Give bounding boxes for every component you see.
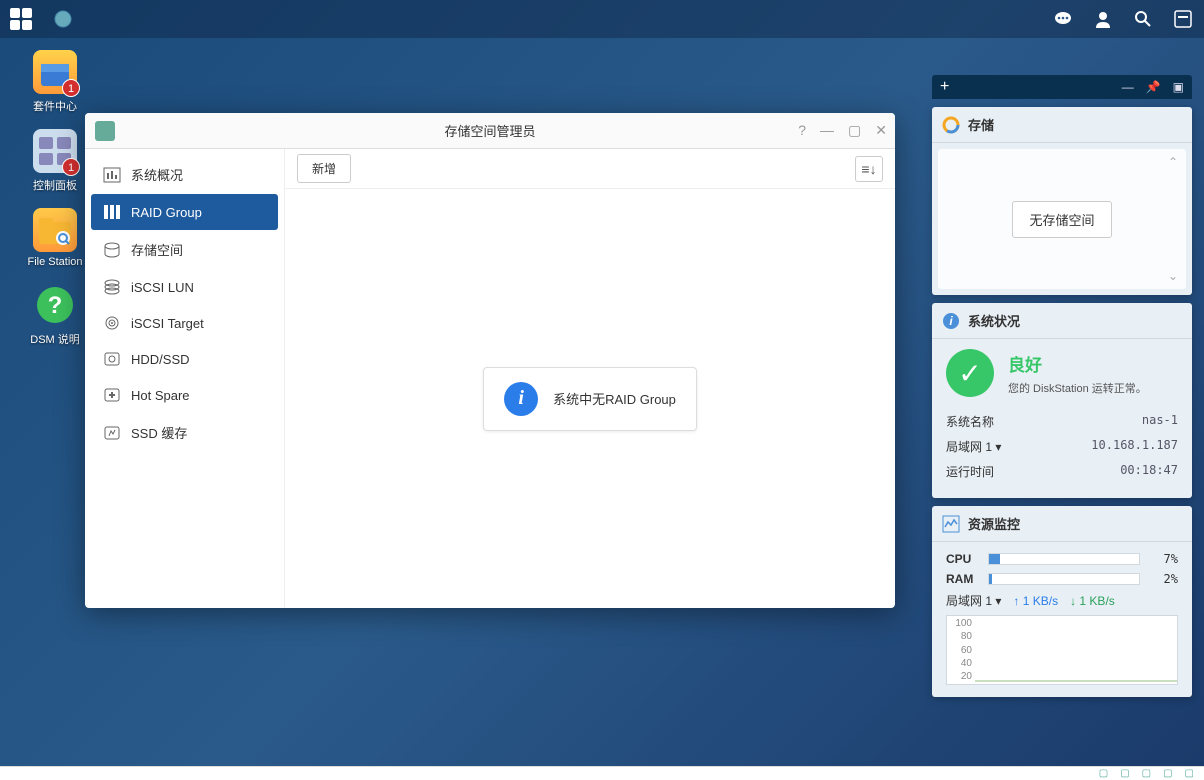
system-status-widget: i 系统状况 ✓ 良好 您的 DiskStation 运转正常。 系统名称 na…: [932, 303, 1192, 498]
status-row-lan[interactable]: 局域网 1 ▾ 10.168.1.187: [946, 434, 1178, 459]
desktop-item-package-center[interactable]: 1 套件中心: [20, 50, 90, 114]
widget-expand-icon[interactable]: ▣: [1173, 80, 1184, 94]
sidebar-item-iscsi-target[interactable]: iSCSI Target: [91, 305, 278, 341]
sidebar-item-ssd-cache[interactable]: SSD 缓存: [91, 413, 278, 452]
target-icon: [103, 315, 121, 331]
storage-widget: 存储 ⌃ 无存储空间 ⌄: [932, 107, 1192, 295]
storage-title-icon: [942, 116, 960, 134]
widgets-toggle-icon[interactable]: [1172, 8, 1194, 30]
resource-monitor-widget: 资源监控 CPU 7% RAM 2% 局域网 1 ▾ ↑ 1 KB/s ↓ 1 …: [932, 506, 1192, 697]
desktop-label: 套件中心: [20, 98, 90, 114]
info-card: i 系统中无RAID Group: [483, 367, 697, 431]
widget-panel: + — 📌 ▣ 存储 ⌃ 无存储空间 ⌄ i 系统状况 ✓ 良好 您的: [932, 75, 1192, 697]
maximize-icon[interactable]: ▢: [848, 122, 861, 139]
sidebar-label: iSCSI Target: [131, 316, 204, 331]
desktop-label: DSM 说明: [20, 331, 90, 347]
storage-manager-taskbar-icon[interactable]: [52, 8, 74, 30]
chevron-down-icon[interactable]: ⌄: [1168, 269, 1178, 283]
widget-pin-icon[interactable]: 📌: [1146, 80, 1161, 94]
search-icon[interactable]: [1132, 8, 1154, 30]
window-title: 存储空间管理员: [444, 121, 535, 140]
upload-rate: ↑ 1 KB/s: [1013, 594, 1058, 608]
sort-button[interactable]: ≡↓: [855, 156, 883, 182]
toolbar: 新增 ≡↓: [285, 149, 895, 189]
badge: 1: [62, 79, 80, 97]
status-widget-title: i 系统状况: [932, 303, 1192, 339]
lun-icon: [103, 279, 121, 295]
sidebar-label: SSD 缓存: [131, 423, 187, 442]
disk-icon: [103, 351, 121, 367]
sidebar-item-hot-spare[interactable]: Hot Spare: [91, 377, 278, 413]
sidebar-item-overview[interactable]: 系统概况: [91, 155, 278, 194]
desktop-icons: 1 套件中心 1 控制面板 File Station ? DSM 说明: [20, 50, 90, 347]
window-titlebar[interactable]: 存储空间管理员 ? — ▢ ✕: [85, 113, 895, 149]
hotspare-icon: [103, 387, 121, 403]
monitor-widget-title: 资源监控: [932, 506, 1192, 542]
info-icon: i: [504, 382, 538, 416]
chevron-up-icon[interactable]: ⌃: [1168, 155, 1178, 169]
help-icon[interactable]: ?: [798, 122, 806, 139]
widget-minimize-icon[interactable]: —: [1122, 80, 1134, 94]
main-content: 新增 ≡↓ i 系统中无RAID Group: [285, 149, 895, 608]
info-message: 系统中无RAID Group: [553, 389, 676, 408]
status-row-hostname: 系统名称 nas-1: [946, 409, 1178, 434]
health-check-icon: ✓: [946, 349, 994, 397]
sidebar-label: 存储空间: [131, 240, 183, 259]
bottom-statusbar: [0, 766, 1204, 780]
desktop-label: 控制面板: [20, 177, 90, 193]
desktop-item-dsm-help[interactable]: ? DSM 说明: [20, 283, 90, 347]
cpu-meter: CPU 7%: [946, 552, 1178, 566]
chat-icon[interactable]: [1052, 8, 1074, 30]
top-taskbar: [0, 0, 1204, 38]
sidebar-label: HDD/SSD: [131, 352, 190, 367]
close-icon[interactable]: ✕: [875, 122, 887, 139]
create-button[interactable]: 新增: [297, 154, 351, 183]
sidebar-item-volume[interactable]: 存储空间: [91, 230, 278, 269]
add-widget-icon[interactable]: +: [940, 78, 949, 96]
health-description: 您的 DiskStation 运转正常。: [1008, 380, 1147, 396]
svg-text:?: ?: [48, 292, 63, 319]
status-title-icon: i: [942, 312, 960, 330]
cache-icon: [103, 425, 121, 441]
minimize-icon[interactable]: —: [820, 122, 834, 139]
raid-icon: [103, 204, 121, 220]
window-app-icon: [95, 121, 115, 141]
sidebar-label: RAID Group: [131, 205, 202, 220]
network-selector[interactable]: 局域网 1 ▾ ↑ 1 KB/s ↓ 1 KB/s: [946, 592, 1178, 609]
sidebar: 系统概况 RAID Group 存储空间 iSCSI LUN iSCSI Tar…: [85, 149, 285, 608]
health-status: 良好: [1008, 351, 1147, 376]
sidebar-item-raid-group[interactable]: RAID Group: [91, 194, 278, 230]
storage-widget-title: 存储: [932, 107, 1192, 143]
desktop-item-file-station[interactable]: File Station: [20, 208, 90, 268]
bottombar-right: [1099, 768, 1194, 779]
desktop-label: File Station: [20, 256, 90, 268]
sidebar-label: 系统概况: [131, 165, 183, 184]
overview-icon: [103, 167, 121, 183]
badge: 1: [62, 158, 80, 176]
user-icon[interactable]: [1092, 8, 1114, 30]
no-volume-button[interactable]: 无存储空间: [1012, 201, 1111, 238]
main-menu-icon[interactable]: [10, 8, 32, 30]
download-rate: ↓ 1 KB/s: [1070, 594, 1115, 608]
sidebar-label: Hot Spare: [131, 388, 190, 403]
sidebar-label: iSCSI LUN: [131, 280, 194, 295]
status-row-uptime: 运行时间 00:18:47: [946, 459, 1178, 484]
monitor-title-icon: [942, 515, 960, 533]
desktop-item-control-panel[interactable]: 1 控制面板: [20, 129, 90, 193]
widget-panel-header[interactable]: + — 📌 ▣: [932, 75, 1192, 99]
volume-icon: [103, 242, 121, 258]
ram-meter: RAM 2%: [946, 572, 1178, 586]
sidebar-item-hdd-ssd[interactable]: HDD/SSD: [91, 341, 278, 377]
sidebar-item-iscsi-lun[interactable]: iSCSI LUN: [91, 269, 278, 305]
storage-manager-window: 存储空间管理员 ? — ▢ ✕ 系统概况 RAID Group 存储空间 i: [85, 113, 895, 608]
network-chart: 100 80 60 40 20: [946, 615, 1178, 685]
